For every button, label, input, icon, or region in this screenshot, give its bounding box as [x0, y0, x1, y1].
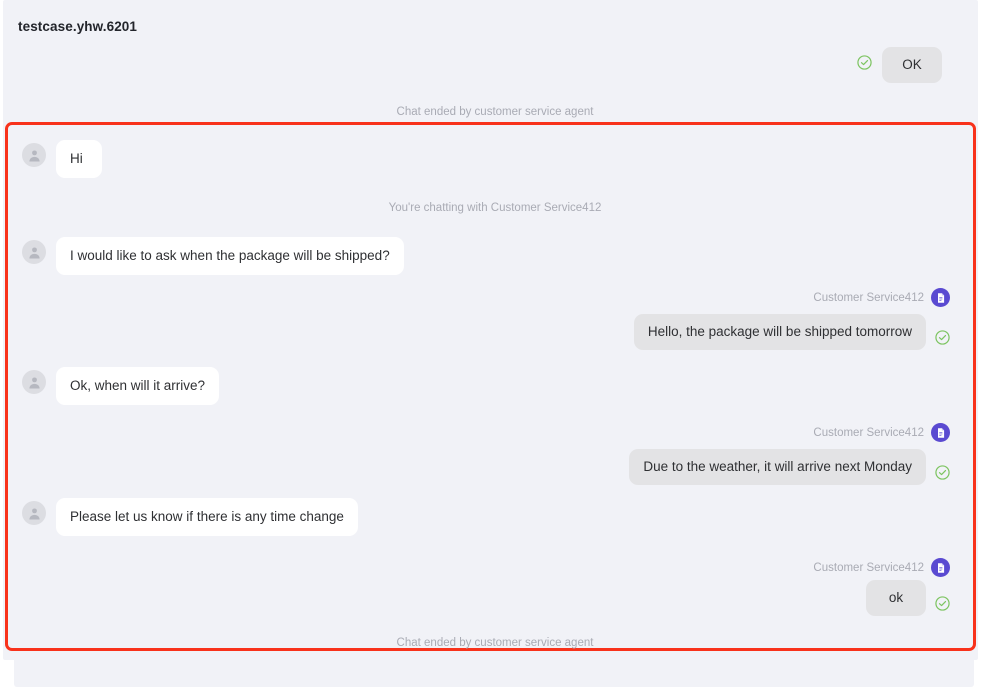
- message-row-agent-3: ok: [866, 580, 950, 617]
- document-agent-icon: [931, 423, 950, 442]
- agent-name-label: Customer Service412: [813, 426, 924, 439]
- agent-name-row-2: Customer Service412: [813, 423, 950, 442]
- user-avatar-icon: [22, 240, 46, 264]
- check-circle-icon: [935, 330, 950, 345]
- system-note-middle: You're chatting with Customer Service412: [388, 202, 602, 214]
- system-note-top: Chat ended by customer service agent: [396, 106, 594, 118]
- panel-footer-strip: [14, 655, 974, 687]
- message-row-user-2: I would like to ask when the package wil…: [22, 237, 404, 276]
- user-message-bubble[interactable]: Please let us know if there is any time …: [56, 498, 358, 537]
- agent-message-bubble[interactable]: OK: [882, 47, 942, 84]
- check-circle-icon: [857, 55, 872, 70]
- message-row-user-1: Hi: [22, 140, 102, 179]
- user-avatar-icon: [22, 501, 46, 525]
- system-note-bottom: Chat ended by customer service agent: [396, 637, 594, 649]
- message-row-user-3: Ok, when will it arrive?: [22, 367, 220, 406]
- agent-message-bubble[interactable]: Due to the weather, it will arrive next …: [629, 449, 926, 486]
- page-title: testcase.yhw.6201: [18, 19, 138, 34]
- chat-window: testcase.yhw.6201 OK Chat ended by custo…: [0, 0, 990, 687]
- agent-message-bubble[interactable]: ok: [866, 580, 926, 617]
- agent-name-label: Customer Service412: [813, 291, 924, 304]
- user-avatar-icon: [22, 143, 46, 167]
- user-message-bubble[interactable]: Ok, when will it arrive?: [56, 367, 220, 406]
- user-avatar-icon: [22, 370, 46, 394]
- check-circle-icon: [935, 465, 950, 480]
- check-circle-icon: [935, 596, 950, 611]
- agent-message-bubble[interactable]: Hello, the package will be shipped tomor…: [633, 314, 926, 351]
- document-agent-icon: [931, 288, 950, 307]
- agent-name-row-3: Customer Service412: [813, 558, 950, 577]
- agent-name-row-1: Customer Service412: [813, 288, 950, 307]
- document-agent-icon: [931, 558, 950, 577]
- agent-name-label: Customer Service412: [813, 561, 924, 574]
- top-agent-message-row: OK: [857, 47, 942, 84]
- user-message-bubble[interactable]: Hi: [56, 140, 102, 179]
- message-row-agent-2: Due to the weather, it will arrive next …: [629, 449, 950, 486]
- message-row-user-4: Please let us know if there is any time …: [22, 498, 358, 537]
- user-message-bubble[interactable]: I would like to ask when the package wil…: [56, 237, 404, 276]
- message-row-agent-1: Hello, the package will be shipped tomor…: [633, 314, 950, 351]
